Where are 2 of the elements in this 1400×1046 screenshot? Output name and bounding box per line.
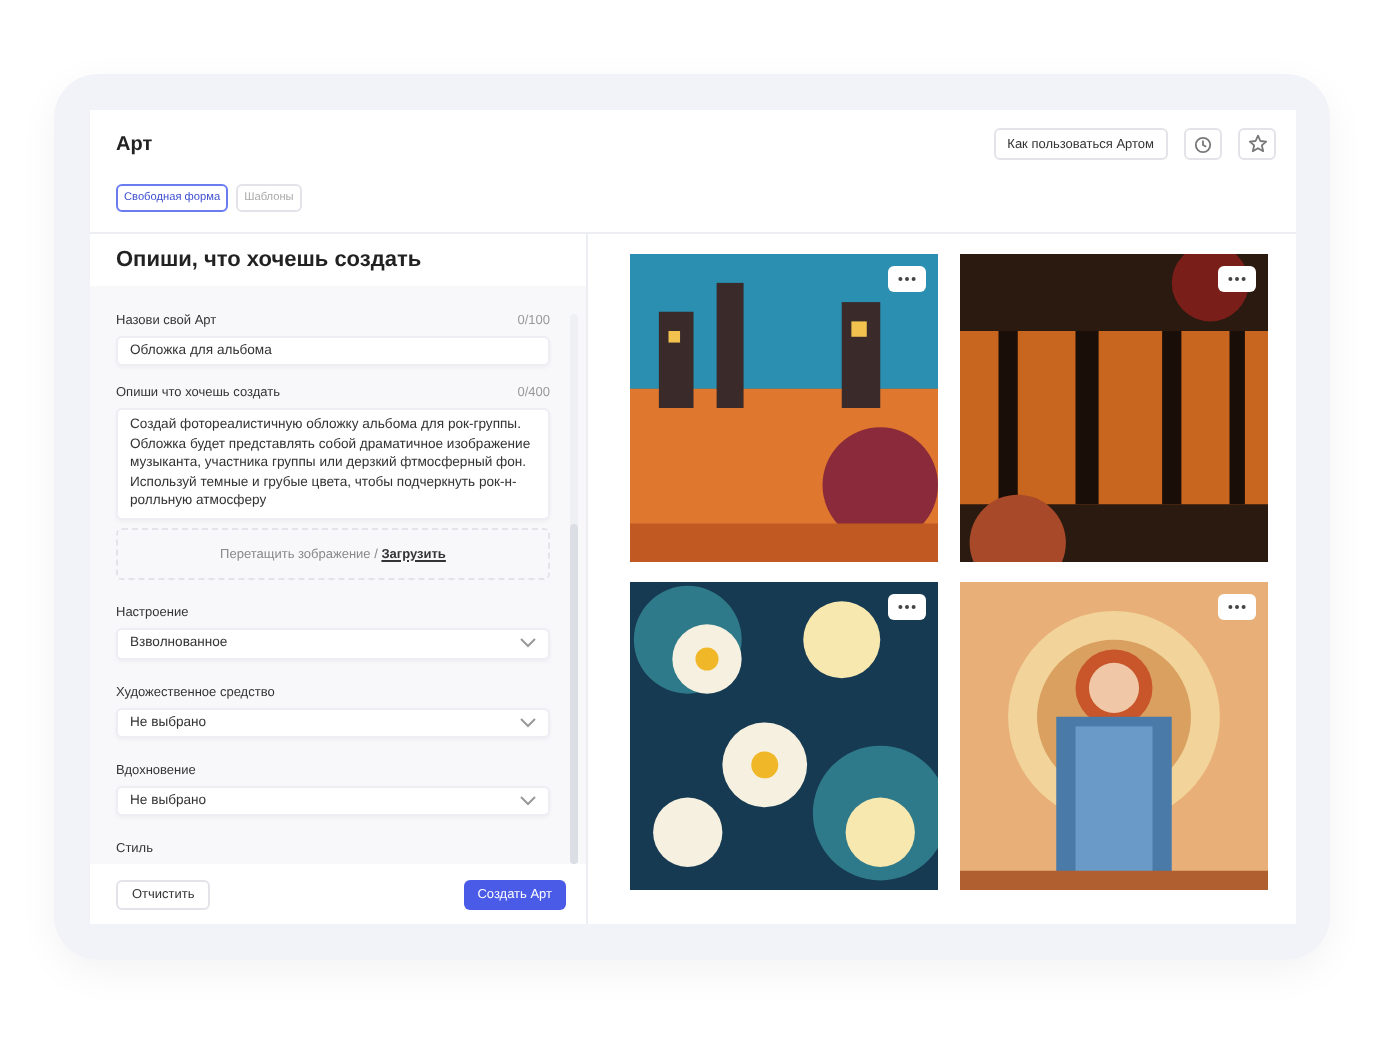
page-title: Арт	[116, 134, 153, 156]
form-heading: Опиши, что хочешь создать	[116, 248, 422, 272]
